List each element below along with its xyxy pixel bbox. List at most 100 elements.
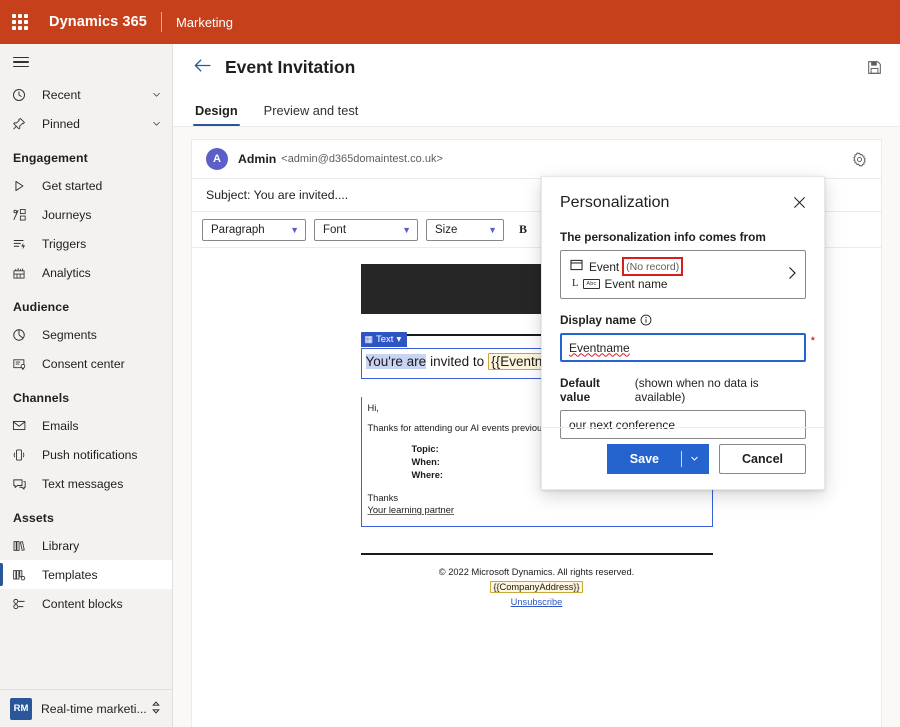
tab-preview-and-test[interactable]: Preview and test [262, 103, 361, 126]
sidebar-item-label: Push notifications [42, 448, 138, 462]
font-size-value: Size [435, 224, 457, 236]
tab-design[interactable]: Design [193, 103, 240, 126]
display-name-value: Eventname [569, 341, 630, 355]
area-badge: RM [10, 698, 32, 720]
sidebar-item-consent-center[interactable]: Consent center [0, 349, 172, 378]
source-entity-name: Event [589, 260, 619, 274]
unsubscribe-link[interactable]: Unsubscribe [327, 597, 747, 607]
sidebar-item-segments[interactable]: Segments [0, 320, 172, 349]
sender-name: Admin [238, 152, 276, 166]
dialog-footer: Save Cancel [542, 427, 824, 489]
page-title: Event Invitation [225, 57, 355, 78]
cancel-button[interactable]: Cancel [719, 444, 806, 474]
chevron-down-icon[interactable] [151, 89, 162, 100]
sidebar-item-label: Templates [42, 568, 98, 582]
chevron-right-icon[interactable] [779, 266, 797, 283]
display-name-input[interactable]: Eventname [560, 333, 806, 362]
display-name-label: Display name [560, 313, 806, 327]
paragraph-style-value: Paragraph [211, 224, 265, 236]
font-family-select[interactable]: Font ▼ [314, 219, 418, 241]
brand-name[interactable]: Dynamics 365 [49, 14, 147, 30]
source-picker-content: Event (No record) L Abc Event name [570, 258, 779, 291]
save-disk-icon[interactable] [867, 60, 882, 75]
sidebar-item-label: Segments [42, 328, 97, 342]
back-arrow-icon[interactable] [193, 58, 212, 77]
dialog-body: The personalization info comes from Even… [542, 214, 824, 439]
sidebar-item-label: Content blocks [42, 597, 123, 611]
display-name-label-text: Display name [560, 313, 636, 327]
sidebar-item-templates[interactable]: Templates [0, 560, 172, 589]
hamburger-icon[interactable] [0, 44, 172, 80]
sidebar-item-content-blocks[interactable]: Content blocks [0, 589, 172, 618]
sidebar-item-text-messages[interactable]: Text messages [0, 469, 172, 498]
brand-divider [161, 12, 162, 32]
source-entity-row: Event (No record) [570, 258, 779, 276]
gear-icon[interactable] [852, 152, 867, 167]
up-down-chevron-icon [151, 701, 161, 717]
close-icon[interactable] [791, 194, 808, 214]
save-split-button[interactable]: Save [607, 444, 709, 474]
dialog-title: Personalization [560, 194, 669, 212]
sidebar-group-title: Assets [0, 498, 172, 531]
sidebar-item-label: Library [42, 539, 79, 553]
templates-icon [12, 567, 32, 583]
default-value-label: Default value (shown when no data is ava… [560, 376, 806, 404]
envelope-icon [12, 418, 32, 434]
email-sender-row: A Admin <admin@d365domaintest.co.uk> [192, 140, 881, 178]
headline-part-plain: invited to [430, 354, 484, 369]
sidebar-item-label: Triggers [42, 237, 86, 251]
area-switcher-label: Real-time marketi... [41, 702, 147, 716]
text-block-chip[interactable]: ▦ Text ▾ [361, 332, 408, 347]
source-label: The personalization info comes from [560, 230, 806, 244]
font-size-select[interactable]: Size ▼ [426, 219, 504, 241]
sidebar-item-analytics[interactable]: Analytics [0, 258, 172, 287]
save-menu-chevron-down-icon[interactable] [681, 444, 709, 474]
info-icon[interactable] [640, 314, 652, 326]
bold-button[interactable]: B [512, 219, 534, 241]
journeys-icon [12, 207, 32, 223]
sidebar-group-title: Engagement [0, 138, 172, 171]
chevron-down-icon: ▼ [402, 225, 411, 235]
app-root: Dynamics 365 Marketing Recent Pinned [0, 0, 900, 727]
sidebar-item-emails[interactable]: Emails [0, 411, 172, 440]
save-button[interactable]: Save [607, 444, 681, 474]
status-text: (No record) [626, 261, 679, 273]
top-brand-bar: Dynamics 365 Marketing [0, 0, 900, 44]
sidebar-item-triggers[interactable]: Triggers [0, 229, 172, 258]
paragraph-style-select[interactable]: Paragraph ▼ [202, 219, 306, 241]
required-indicator: * [811, 335, 815, 347]
chevron-down-icon: ▾ [396, 334, 401, 345]
consent-center-icon [12, 356, 32, 372]
chevron-down-icon[interactable] [151, 118, 162, 129]
personalization-source-picker[interactable]: Event (No record) L Abc Event name [560, 250, 806, 299]
content-blocks-icon [12, 596, 32, 612]
sidebar-item-label: Journeys [42, 208, 91, 222]
sidebar-item-get-started[interactable]: Get started [0, 171, 172, 200]
sidebar-item-recent[interactable]: Recent [0, 80, 172, 109]
sidebar-item-push-notifications[interactable]: Push notifications [0, 440, 172, 469]
font-family-value: Font [323, 224, 346, 236]
abc-field-icon: Abc [583, 279, 599, 289]
page-header: Event Invitation [173, 44, 900, 90]
signature-line: Your learning partner [368, 504, 706, 516]
tab-strip: Design Preview and test [173, 90, 900, 127]
app-name[interactable]: Marketing [176, 15, 233, 30]
personalization-token-companyaddress[interactable]: {{CompanyAddress}} [490, 581, 582, 593]
table-icon [570, 258, 583, 276]
sidebar-item-label: Recent [42, 88, 81, 102]
sender-email: <admin@d365domaintest.co.uk> [281, 153, 443, 165]
default-value-label-bold: Default value [560, 376, 631, 404]
triggers-icon [12, 236, 32, 252]
app-launcher-icon[interactable] [0, 0, 40, 44]
personalization-dialog: Personalization The personalization info… [541, 176, 825, 490]
chevron-down-icon: ▼ [488, 225, 497, 235]
source-field-name: Event name [605, 277, 668, 291]
sidebar-item-library[interactable]: Library [0, 531, 172, 560]
sidebar: Recent Pinned Engagement Get started [0, 44, 173, 727]
sidebar-item-pinned[interactable]: Pinned [0, 109, 172, 138]
sidebar-item-journeys[interactable]: Journeys [0, 200, 172, 229]
play-icon [12, 178, 32, 194]
text-block-chip-label: Text [376, 334, 393, 345]
area-switcher[interactable]: RM Real-time marketi... [0, 689, 173, 727]
sidebar-item-label: Pinned [42, 117, 80, 131]
